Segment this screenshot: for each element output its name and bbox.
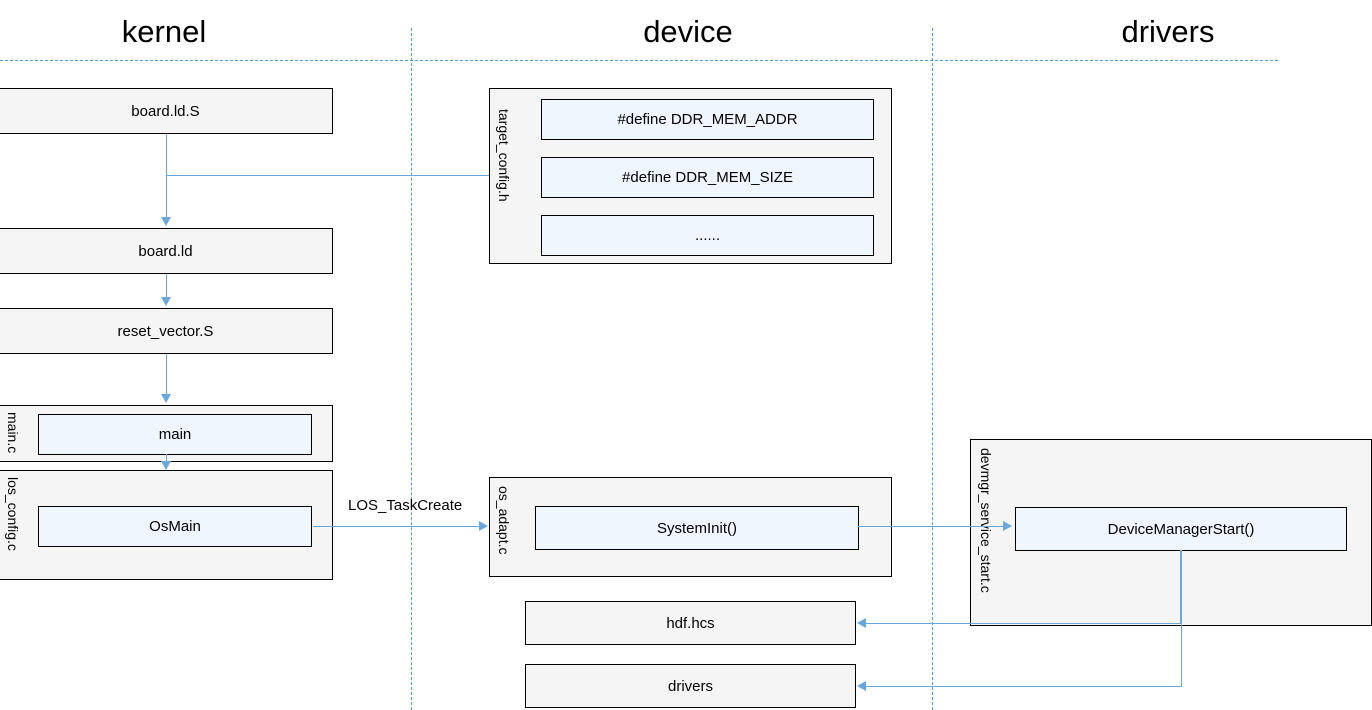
connector-dms-to-drivers-horizontal xyxy=(866,686,1182,687)
node-target-config-ellipsis[interactable]: ...... xyxy=(541,215,874,256)
node-reset-vector-s[interactable]: reset_vector.S xyxy=(0,308,333,354)
arrowhead-reset-vector xyxy=(161,297,171,306)
arrowhead-system-init xyxy=(479,521,488,531)
arrowhead-device-manager-start xyxy=(1003,521,1012,531)
node-board-ld[interactable]: board.ld xyxy=(0,228,333,274)
connector-os-main-to-system-init xyxy=(313,526,481,527)
container-los-config-c[interactable]: los_config.c OsMain xyxy=(0,470,333,580)
container-main-c-label: main.c xyxy=(6,412,20,453)
container-target-config-h[interactable]: target_config.h #define DDR_MEM_ADDR #de… xyxy=(489,88,892,264)
container-devmgr-service-start-c-label: devmgr_service_start.c xyxy=(979,448,993,593)
connector-system-init-to-device-manager-start xyxy=(858,526,1005,527)
connector-target-config-to-kernel xyxy=(166,175,489,176)
arrowhead-os-main xyxy=(161,461,171,470)
swimlane-divider-device-drivers xyxy=(932,28,933,710)
container-devmgr-service-start-c[interactable]: devmgr_service_start.c DeviceManagerStar… xyxy=(970,439,1372,626)
connector-dms-to-drivers-vertical xyxy=(1181,550,1182,686)
node-main[interactable]: main xyxy=(38,414,312,455)
swimlane-header-divider xyxy=(0,60,1278,61)
node-hdf-hcs[interactable]: hdf.hcs xyxy=(525,601,856,645)
column-header-drivers: drivers xyxy=(1068,16,1268,47)
connector-dms-to-hdf-hcs-horizontal xyxy=(866,623,1181,624)
column-header-device: device xyxy=(588,16,788,47)
container-target-config-h-label: target_config.h xyxy=(497,109,511,202)
diagram-canvas: kernel device drivers board.ld.S board.l… xyxy=(0,0,1372,710)
arrowhead-drivers xyxy=(857,681,866,691)
arrowhead-hdf-hcs xyxy=(857,618,866,628)
connector-board-ld-s-to-board-ld xyxy=(166,134,167,219)
node-drivers[interactable]: drivers xyxy=(525,664,856,708)
container-os-adapt-c[interactable]: os_adapt.c SystemInit() xyxy=(489,477,892,577)
edge-label-los-task-create: LOS_TaskCreate xyxy=(348,497,462,514)
node-device-manager-start[interactable]: DeviceManagerStart() xyxy=(1015,507,1347,551)
connector-board-ld-to-reset-vector xyxy=(166,274,167,299)
node-board-ld-s[interactable]: board.ld.S xyxy=(0,88,333,134)
swimlane-divider-kernel-device xyxy=(411,28,412,710)
node-os-main[interactable]: OsMain xyxy=(38,506,312,547)
node-ddr-mem-size[interactable]: #define DDR_MEM_SIZE xyxy=(541,157,874,198)
container-os-adapt-c-label: os_adapt.c xyxy=(497,486,511,555)
node-ddr-mem-addr[interactable]: #define DDR_MEM_ADDR xyxy=(541,99,874,140)
connector-reset-vector-to-main xyxy=(166,354,167,396)
arrowhead-board-ld xyxy=(161,217,171,226)
column-header-kernel: kernel xyxy=(64,16,264,47)
arrowhead-main xyxy=(161,394,171,403)
container-los-config-c-label: los_config.c xyxy=(6,477,20,551)
node-system-init[interactable]: SystemInit() xyxy=(535,506,859,550)
